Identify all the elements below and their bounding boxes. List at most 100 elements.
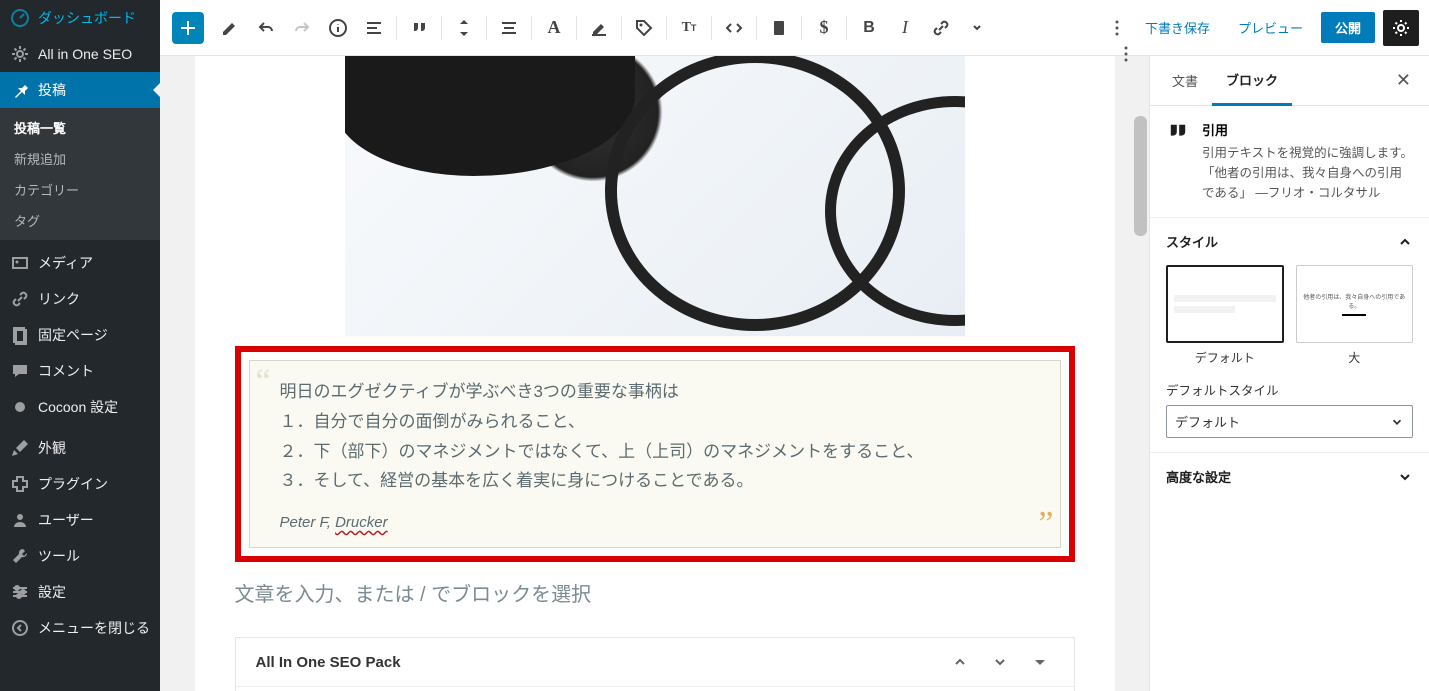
default-style-label: デフォルトスタイル [1166, 380, 1413, 399]
metabox-toggle-button[interactable] [1026, 652, 1054, 672]
sidebar-item-cocoon[interactable]: Cocoon 設定 [0, 389, 160, 425]
redo-button[interactable] [284, 10, 320, 46]
sidebar-label-links: リンク [38, 289, 80, 309]
tab-block[interactable]: ブロック [1212, 56, 1292, 106]
bold-button[interactable]: B [851, 10, 887, 46]
quote-block-selected[interactable]: “ 明日のエグゼクティブが学ぶべき3つの重要な事柄は １．自分で自分の面倒がみら… [235, 346, 1075, 562]
more-richtext-button[interactable] [959, 10, 995, 46]
currency-button[interactable]: $ [806, 10, 842, 46]
metabox-down-button[interactable] [986, 652, 1014, 672]
sidebar-item-settings[interactable]: 設定 [0, 574, 160, 610]
align-button[interactable] [491, 10, 527, 46]
link-button[interactable] [923, 10, 959, 46]
preview-button[interactable]: プレビュー [1228, 12, 1313, 43]
default-style-value: デフォルト [1175, 412, 1240, 431]
editor-body: “ 明日のエグゼクティブが学ぶべき3つの重要な事柄は １．自分で自分の面倒がみら… [160, 56, 1429, 691]
style-panel-toggle[interactable]: スタイル [1150, 218, 1429, 265]
sidebar-item-dashboard[interactable]: ダッシュボード [0, 0, 160, 36]
style-option-default[interactable]: デフォルト [1166, 265, 1284, 366]
sidebar-subitem-posts-cat[interactable]: カテゴリー [0, 174, 160, 205]
add-block-button[interactable] [172, 12, 204, 44]
sidebar-item-comments[interactable]: コメント [0, 353, 160, 389]
plugin-icon [10, 474, 30, 494]
save-draft-button[interactable]: 下書き保存 [1135, 12, 1220, 43]
sidebar-label-comments: コメント [38, 361, 94, 381]
panel-close-button[interactable]: ✕ [1386, 60, 1421, 101]
main-area: A TT $ B I 下書き保存 プレビュー 公開 [160, 0, 1429, 691]
sidebar-label-aioseo: All in One SEO [38, 46, 132, 62]
page-icon [10, 325, 30, 345]
editor-header: A TT $ B I 下書き保存 プレビュー 公開 [160, 0, 1429, 56]
sidebar-subitem-posts-tag[interactable]: タグ [0, 205, 160, 236]
advanced-panel-title: 高度な設定 [1166, 467, 1231, 486]
block-info-section: 引用 引用テキストを視覚的に強調します。「他者の引用は、我々自身への引用である」… [1150, 106, 1429, 217]
sidebar-item-plugins[interactable]: プラグイン [0, 466, 160, 502]
sidebar-label-users: ユーザー [38, 510, 94, 530]
font-size-button[interactable]: TT [671, 10, 707, 46]
sidebar-item-posts[interactable]: 投稿 [0, 72, 160, 108]
info-button[interactable] [320, 10, 356, 46]
document-button[interactable] [761, 10, 797, 46]
block-info-desc: 引用テキストを視覚的に強調します。「他者の引用は、我々自身への引用である」 —フ… [1202, 143, 1413, 203]
options-button[interactable] [1099, 10, 1135, 46]
default-style-select[interactable]: デフォルト [1166, 405, 1413, 438]
advanced-panel: 高度な設定 [1150, 452, 1429, 500]
header-actions: 下書き保存 プレビュー 公開 [1135, 10, 1429, 46]
code-button[interactable] [716, 10, 752, 46]
quote-citation[interactable]: Peter F, Drucker [280, 514, 1030, 531]
settings-gear-button[interactable] [1383, 10, 1419, 46]
edit-mode-button[interactable] [212, 10, 248, 46]
sidebar-item-pages[interactable]: 固定ページ [0, 317, 160, 353]
circle-icon [10, 397, 30, 417]
style-default-label: デフォルト [1166, 349, 1284, 366]
editor-canvas: “ 明日のエグゼクティブが学ぶべき3つの重要な事柄は １．自分で自分の面倒がみら… [195, 56, 1115, 691]
metabox-header[interactable]: All In One SEO Pack [236, 638, 1074, 687]
pinned-plugin-button[interactable] [1116, 44, 1136, 64]
block-info-title: 引用 [1202, 120, 1413, 139]
image-block[interactable] [345, 56, 965, 336]
default-block-appender[interactable]: 文章を入力、または / でブロックを選択 [235, 578, 1075, 607]
publish-button[interactable]: 公開 [1321, 12, 1375, 43]
italic-button[interactable]: I [887, 10, 923, 46]
sidebar-item-collapse[interactable]: メニューを閉じる [0, 610, 160, 646]
move-up-down-button[interactable] [446, 10, 482, 46]
sidebar-subitem-posts-list[interactable]: 投稿一覧 [0, 112, 160, 143]
sidebar-item-links[interactable]: リンク [0, 281, 160, 317]
block-toolbar: A TT $ B I [160, 10, 1099, 46]
sidebar-item-media[interactable]: メディア [0, 245, 160, 281]
pin-icon [10, 80, 30, 100]
sidebar-item-tools[interactable]: ツール [0, 538, 160, 574]
chevron-down-icon [1390, 415, 1404, 429]
text-style-button[interactable]: A [536, 10, 572, 46]
aioseo-metabox: All In One SEO Pack PRO VERSION へ更新 [235, 637, 1075, 691]
chevron-up-icon [1397, 234, 1413, 250]
advanced-panel-toggle[interactable]: 高度な設定 [1150, 453, 1429, 500]
tag-button[interactable] [626, 10, 662, 46]
sidebar-item-aioseo[interactable]: All in One SEO [0, 36, 160, 72]
scrollbar-thumb[interactable] [1134, 116, 1147, 236]
style-option-large[interactable]: 他者の引用は、我々自身への引用である。 大 [1296, 265, 1414, 366]
quote-open-icon: “ [256, 365, 271, 399]
sidebar-item-appearance[interactable]: 外観 [0, 430, 160, 466]
admin-sidebar: ダッシュボード All in One SEO 投稿 投稿一覧 新規追加 カテゴリ… [0, 0, 160, 691]
editor-canvas-wrapper[interactable]: “ 明日のエグゼクティブが学ぶべき3つの重要な事柄は １．自分で自分の面倒がみら… [160, 56, 1149, 691]
metabox-up-button[interactable] [946, 652, 974, 672]
metabox-title: All In One SEO Pack [256, 654, 401, 671]
quote-block-icon[interactable] [401, 10, 437, 46]
outline-button[interactable] [356, 10, 392, 46]
user-icon [10, 510, 30, 530]
undo-button[interactable] [248, 10, 284, 46]
gear-icon [10, 44, 30, 64]
highlight-button[interactable] [581, 10, 617, 46]
style-panel-title: スタイル [1166, 232, 1218, 251]
style-large-label: 大 [1296, 349, 1414, 366]
sidebar-item-users[interactable]: ユーザー [0, 502, 160, 538]
sidebar-subitem-posts-new[interactable]: 新規追加 [0, 143, 160, 174]
quote-text[interactable]: 明日のエグゼクティブが学ぶべき3つの重要な事柄は １．自分で自分の面倒がみられる… [280, 377, 1030, 496]
quote-close-icon: ” [1038, 507, 1053, 541]
tab-document[interactable]: 文書 [1158, 57, 1212, 104]
brush-icon [10, 438, 30, 458]
sidebar-label-cocoon: Cocoon 設定 [38, 397, 118, 417]
media-icon [10, 253, 30, 273]
sidebar-label-plugins: プラグイン [38, 474, 108, 494]
